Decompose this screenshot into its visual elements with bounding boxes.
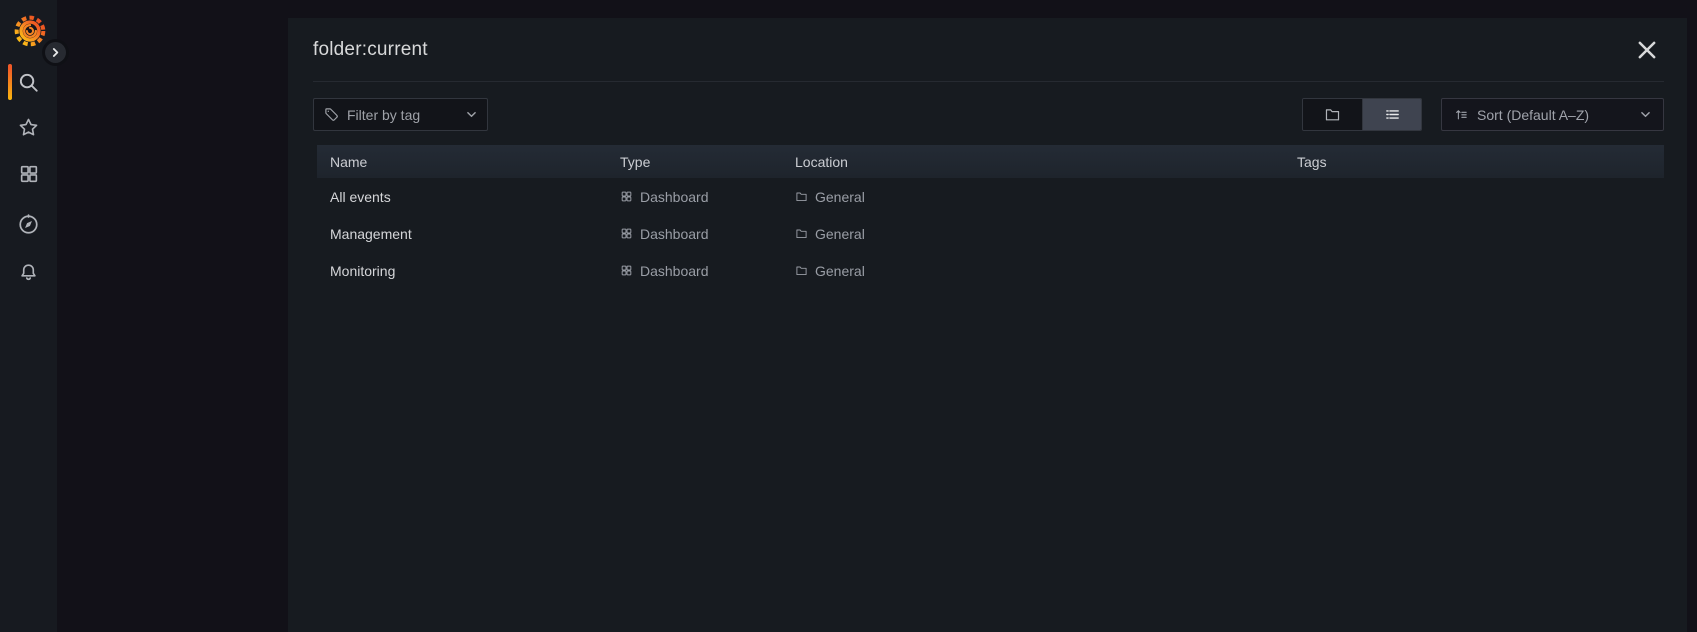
column-header-type: Type	[607, 154, 782, 170]
result-type-label: Dashboard	[640, 263, 709, 279]
sidebar-expand-button[interactable]	[45, 42, 66, 63]
sidebar	[0, 0, 57, 632]
result-type: Dashboard	[607, 226, 782, 242]
view-toggle-group	[1302, 98, 1422, 131]
grafana-home-button[interactable]	[14, 15, 46, 47]
search-results-table: Name Type Location Tags All events Dashb…	[317, 145, 1664, 289]
close-search-button[interactable]	[1632, 35, 1662, 65]
folder-icon	[795, 264, 808, 277]
search-overlay-panel: Filter by tag Sort (Default A–Z)	[288, 18, 1687, 632]
result-name: Monitoring	[317, 263, 607, 279]
apps-grid-icon	[620, 190, 633, 203]
chevron-right-icon	[50, 47, 61, 58]
column-header-name: Name	[317, 154, 607, 170]
close-icon	[1636, 39, 1658, 61]
chevron-down-icon	[1640, 110, 1651, 119]
compass-icon	[17, 213, 40, 236]
sidebar-item-alerting[interactable]	[0, 254, 57, 290]
table-row[interactable]: Management Dashboard General	[317, 215, 1664, 252]
bell-icon	[17, 261, 40, 284]
table-row[interactable]: All events Dashboard General	[317, 178, 1664, 215]
sort-dropdown[interactable]: Sort (Default A–Z)	[1441, 98, 1664, 131]
apps-grid-icon	[18, 163, 40, 185]
chevron-down-icon	[466, 110, 477, 119]
result-type: Dashboard	[607, 263, 782, 279]
result-location: General	[782, 263, 1284, 279]
result-type-label: Dashboard	[640, 226, 709, 242]
table-header-row: Name Type Location Tags	[317, 145, 1664, 178]
result-location-label: General	[815, 226, 865, 242]
result-location: General	[782, 226, 1284, 242]
result-location: General	[782, 189, 1284, 205]
folder-view-icon	[1324, 106, 1341, 123]
result-name: All events	[317, 189, 607, 205]
tag-icon	[324, 107, 339, 122]
column-header-location: Location	[782, 154, 1284, 170]
result-location-label: General	[815, 263, 865, 279]
result-type: Dashboard	[607, 189, 782, 205]
sort-amount-icon	[1454, 107, 1469, 122]
search-input[interactable]	[313, 39, 1632, 61]
apps-grid-icon	[620, 264, 633, 277]
filter-by-tag-dropdown[interactable]: Filter by tag	[313, 98, 488, 131]
sidebar-item-search[interactable]	[0, 64, 57, 100]
result-name: Management	[317, 226, 607, 242]
folder-icon	[795, 190, 808, 203]
column-header-tags: Tags	[1284, 154, 1664, 170]
sidebar-item-starred[interactable]	[0, 109, 57, 145]
result-location-label: General	[815, 189, 865, 205]
sidebar-item-explore[interactable]	[0, 206, 57, 242]
search-bar	[313, 18, 1664, 82]
list-view-icon	[1384, 106, 1401, 123]
list-view-button[interactable]	[1362, 99, 1421, 130]
filter-by-tag-label: Filter by tag	[347, 107, 420, 123]
result-type-label: Dashboard	[640, 189, 709, 205]
apps-grid-icon	[620, 227, 633, 240]
folder-view-button[interactable]	[1303, 99, 1362, 130]
star-icon	[17, 116, 40, 139]
search-icon	[17, 71, 40, 94]
sidebar-item-dashboards[interactable]	[0, 156, 57, 192]
sort-label: Sort (Default A–Z)	[1477, 107, 1589, 123]
search-actions-row: Filter by tag Sort (Default A–Z)	[313, 98, 1664, 131]
folder-icon	[795, 227, 808, 240]
table-row[interactable]: Monitoring Dashboard General	[317, 252, 1664, 289]
grafana-logo-icon	[14, 15, 46, 47]
